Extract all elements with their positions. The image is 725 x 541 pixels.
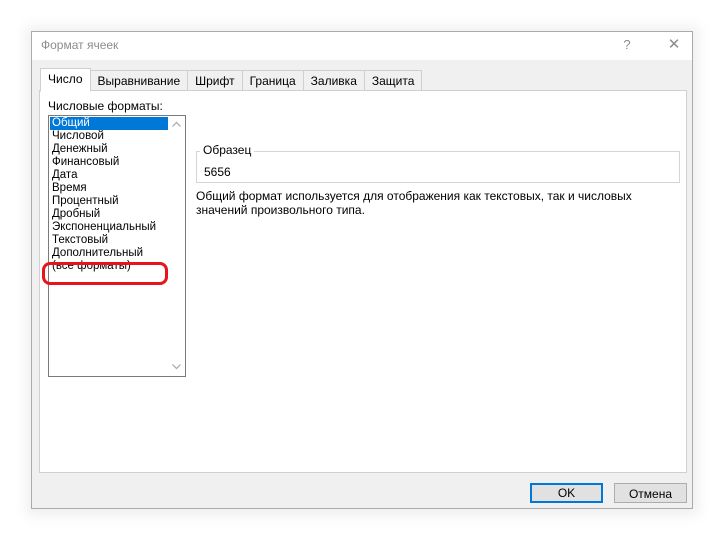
tab-strip: Число Выравнивание Шрифт Граница Заливка… bbox=[40, 68, 423, 92]
tab-protection[interactable]: Защита bbox=[364, 70, 423, 91]
chevron-up-icon[interactable] bbox=[169, 117, 184, 132]
format-cells-dialog: Формат ячеек ? ✕ Число Выравнивание Шриф… bbox=[31, 31, 693, 509]
chevron-down-icon[interactable] bbox=[169, 360, 184, 375]
tab-number[interactable]: Число bbox=[40, 68, 91, 92]
format-item-accounting[interactable]: Финансовый bbox=[50, 156, 168, 169]
format-item-currency[interactable]: Денежный bbox=[50, 143, 168, 156]
format-item-time[interactable]: Время bbox=[50, 182, 168, 195]
help-button[interactable]: ? bbox=[616, 35, 638, 55]
format-item-custom[interactable]: (все форматы) bbox=[50, 260, 168, 273]
cancel-button[interactable]: Отмена bbox=[614, 483, 687, 503]
formats-listbox[interactable]: Общий Числовой Денежный Финансовый Дата … bbox=[48, 115, 186, 377]
sample-legend: Образец bbox=[200, 143, 255, 157]
format-item-fraction[interactable]: Дробный bbox=[50, 208, 168, 221]
tab-panel-number: Числовые форматы: Общий Числовой Денежны… bbox=[39, 90, 687, 473]
format-item-number[interactable]: Числовой bbox=[50, 130, 168, 143]
tab-alignment[interactable]: Выравнивание bbox=[90, 70, 189, 91]
format-item-percentage[interactable]: Процентный bbox=[50, 195, 168, 208]
formats-list: Общий Числовой Денежный Финансовый Дата … bbox=[50, 117, 168, 273]
title-bar[interactable]: Формат ячеек ? ✕ bbox=[32, 32, 692, 60]
formats-scrollbar[interactable] bbox=[169, 117, 184, 375]
format-item-special[interactable]: Дополнительный bbox=[50, 247, 168, 260]
tab-border[interactable]: Граница bbox=[242, 70, 304, 91]
format-item-general[interactable]: Общий bbox=[50, 117, 168, 130]
format-item-date[interactable]: Дата bbox=[50, 169, 168, 182]
format-item-text[interactable]: Текстовый bbox=[50, 234, 168, 247]
dialog-title: Формат ячеек bbox=[41, 38, 119, 52]
formats-label: Числовые форматы: bbox=[48, 99, 163, 113]
ok-button[interactable]: OK bbox=[530, 483, 603, 503]
tab-fill[interactable]: Заливка bbox=[303, 70, 365, 91]
close-button[interactable]: ✕ bbox=[663, 35, 685, 55]
sample-groupbox bbox=[196, 151, 680, 183]
format-description: Общий формат используется для отображени… bbox=[196, 189, 632, 217]
tab-font[interactable]: Шрифт bbox=[188, 70, 243, 91]
sample-value: 5656 bbox=[204, 165, 231, 179]
format-item-scientific[interactable]: Экспоненциальный bbox=[50, 221, 168, 234]
